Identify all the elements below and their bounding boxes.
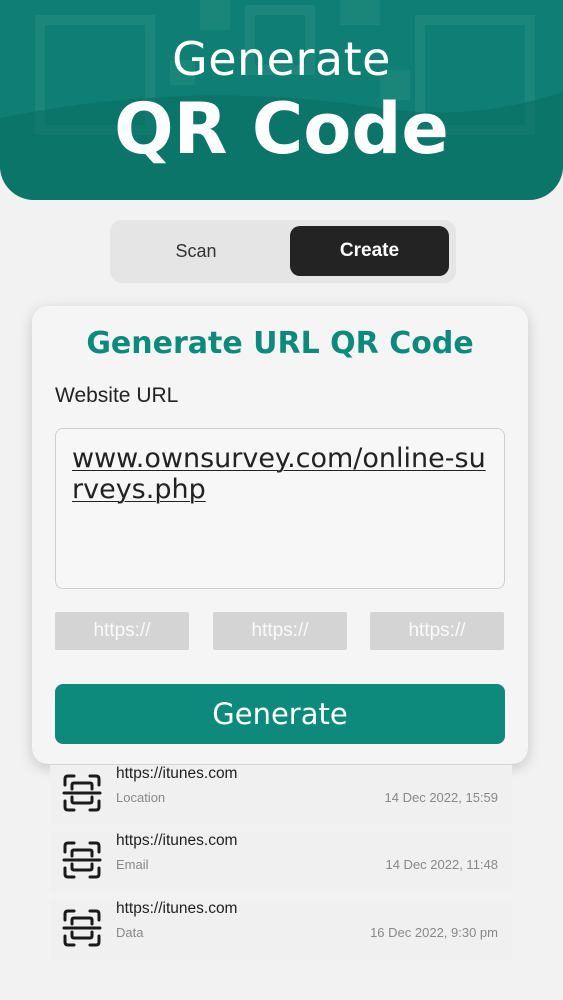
history-date: 16 Dec 2022, 9:30 pm <box>370 925 498 940</box>
website-url-value: www.ownsurvey.com/online-surveys.php <box>72 443 486 505</box>
page-title-line1: Generate <box>172 32 391 86</box>
website-url-label: Website URL <box>55 384 179 407</box>
tab-create[interactable]: Create <box>290 226 449 276</box>
https-chip-1[interactable]: https:// <box>55 612 189 650</box>
mode-toggle: Scan Create <box>110 220 456 283</box>
tab-scan[interactable]: Scan <box>116 226 276 276</box>
qr-scan-icon <box>62 909 102 947</box>
website-url-input[interactable]: www.ownsurvey.com/online-surveys.php <box>55 428 505 589</box>
https-chip-2[interactable]: https:// <box>213 612 347 650</box>
history-date: 14 Dec 2022, 15:59 <box>384 790 498 805</box>
generate-url-card: Generate URL QR Code Website URL www.own… <box>32 306 528 764</box>
history-type: Email <box>116 857 149 872</box>
history-url: https://itunes.com <box>116 832 238 849</box>
history-url: https://itunes.com <box>116 900 238 917</box>
history-type: Data <box>116 925 144 940</box>
history-item[interactable]: https://itunes.com Email 14 Dec 2022, 11… <box>50 832 512 892</box>
history-item[interactable]: https://itunes.com Data 16 Dec 2022, 9:3… <box>50 900 512 960</box>
header-banner: Generate QR Code <box>0 0 563 200</box>
history-type: Location <box>116 790 166 805</box>
qr-scan-icon <box>62 841 102 879</box>
generate-button[interactable]: Generate <box>55 684 505 744</box>
qr-scan-icon <box>62 774 102 812</box>
history-date: 14 Dec 2022, 11:48 <box>385 857 498 872</box>
https-chip-3[interactable]: https:// <box>370 612 504 650</box>
history-url: https://itunes.com <box>116 765 238 782</box>
history-item[interactable]: https://itunes.com Location 14 Dec 2022,… <box>50 765 512 825</box>
page-title-line2: QR Code <box>114 88 449 170</box>
card-title: Generate URL QR Code <box>86 326 474 361</box>
